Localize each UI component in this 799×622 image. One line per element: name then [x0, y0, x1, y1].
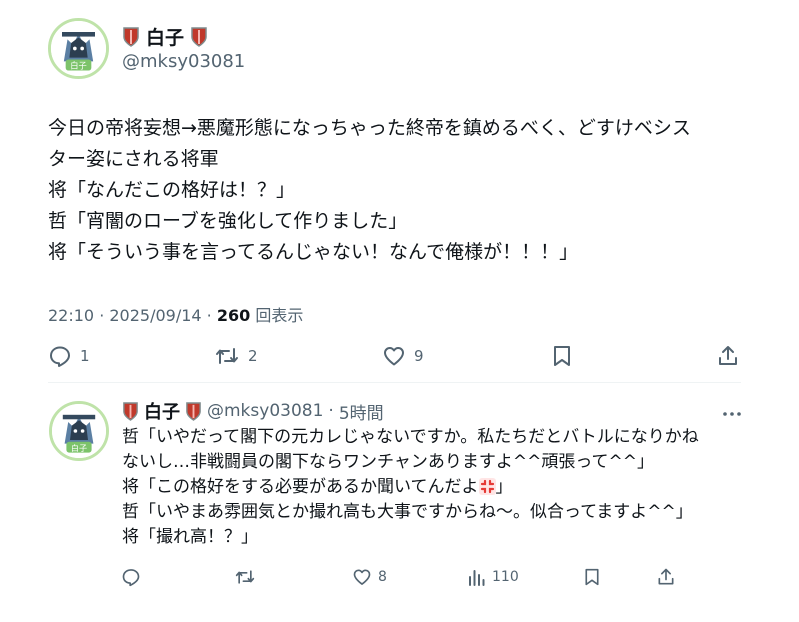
retweet-button[interactable]: 2 — [214, 344, 258, 368]
avatar-image: 白子 — [51, 21, 106, 76]
retweet-icon — [216, 348, 238, 364]
share-icon — [658, 568, 674, 585]
reply-bookmark-button[interactable] — [583, 567, 601, 587]
reply-views-count: 110 — [492, 569, 519, 585]
tweet-line: 今日の帝将妄想→悪魔形態になっちゃった終帝を鎮めるべく、どすけベシス — [48, 117, 691, 139]
tweet-author-row: 白子 — [122, 23, 208, 50]
share-icon — [719, 346, 737, 365]
shield-icon — [122, 401, 139, 422]
shield-icon — [185, 401, 202, 422]
reply-icon — [122, 569, 140, 587]
reply-line: 将「この格好をする必要があるか聞いてんだよ」 — [122, 475, 699, 500]
reply-line-text: 将「この格好をする必要があるか聞いてんだよ — [122, 477, 479, 497]
more-icon — [723, 412, 741, 416]
share-button[interactable] — [716, 344, 740, 368]
shield-icon — [122, 26, 140, 48]
views-label: 回表示 — [250, 306, 304, 325]
retweet-count: 2 — [248, 347, 258, 365]
reply-button[interactable]: 1 — [48, 344, 90, 368]
reply-like-count: 8 — [378, 569, 387, 585]
reply-line: ないし…非戦闘員の閣下ならワンチャンありますよ^^頑張って^^」 — [122, 452, 654, 472]
like-button[interactable]: 9 — [382, 344, 424, 368]
heart-icon — [353, 569, 371, 585]
heart-icon — [384, 347, 404, 366]
bookmark-icon — [554, 346, 570, 366]
tweet-line: 将「そういう事を言ってるんじゃない！なんで俺様が！！！」 — [48, 241, 579, 263]
tweet-text: 今日の帝将妄想→悪魔形態になっちゃった終帝を鎮めるべく、どすけベシス ター姿にさ… — [48, 113, 691, 268]
reply-separator: · — [328, 401, 334, 421]
display-name[interactable]: 白子 — [146, 23, 184, 50]
tweet-line: 哲「宵闇のローブを強化して作りました」 — [48, 210, 408, 232]
reply-line: 哲「いやだって閣下の元カレじゃないですか。私たちだとバトルになりかね — [122, 427, 699, 447]
user-handle[interactable]: @mksy03081 — [122, 51, 245, 72]
reply-icon — [50, 346, 70, 367]
reply-retweet-button[interactable] — [234, 567, 256, 587]
views-count: 260 — [216, 306, 251, 325]
divider — [48, 382, 741, 383]
reply-text: 哲「いやだって閣下の元カレじゃないですか。私たちだとバトルになりかね ないし…非… — [122, 425, 699, 550]
anger-emoji-icon — [478, 478, 496, 495]
reply-share-button[interactable] — [656, 567, 676, 587]
tweet-line: ター姿にされる将軍 — [48, 148, 219, 170]
avatar[interactable]: 白子 — [48, 18, 109, 79]
analytics-icon — [469, 570, 485, 586]
shield-icon — [190, 26, 208, 48]
reply-line: 哲「いやまあ雰囲気とか撮れ高も大事ですからね〜。似合ってますよ^^」 — [122, 502, 693, 522]
tweet-line: 将「なんだこの格好は！？」 — [48, 179, 296, 201]
like-count: 9 — [414, 347, 424, 365]
avatar-label: 白子 — [71, 443, 87, 453]
retweet-icon — [235, 570, 255, 584]
avatar-image: 白子 — [52, 404, 106, 458]
reply-count: 1 — [80, 347, 90, 365]
reply-time[interactable]: 5時間 — [339, 399, 384, 424]
tweet-meta: 22:10 · 2025/09/14 · 260 回表示 — [48, 302, 303, 326]
reply-header: 白子 @mksy03081 · 5時間 — [122, 398, 384, 424]
reply-handle[interactable]: @mksy03081 — [207, 401, 323, 421]
reply-views-button[interactable]: 110 — [468, 567, 519, 587]
reply-avatar[interactable]: 白子 — [49, 401, 109, 461]
avatar-label: 白子 — [70, 61, 87, 71]
reply-reply-button[interactable] — [121, 567, 141, 587]
reply-display-name[interactable]: 白子 — [144, 398, 180, 424]
reply-like-button[interactable]: 8 — [352, 567, 387, 587]
bookmark-button[interactable] — [551, 344, 573, 368]
reply-line-text: 」 — [495, 477, 513, 497]
tweet-timestamp[interactable]: 22:10 · 2025/09/14 · — [48, 306, 217, 325]
bookmark-icon — [585, 568, 599, 586]
more-options-button[interactable] — [722, 404, 742, 423]
reply-line: 将「撮れ高！？」 — [122, 527, 258, 547]
